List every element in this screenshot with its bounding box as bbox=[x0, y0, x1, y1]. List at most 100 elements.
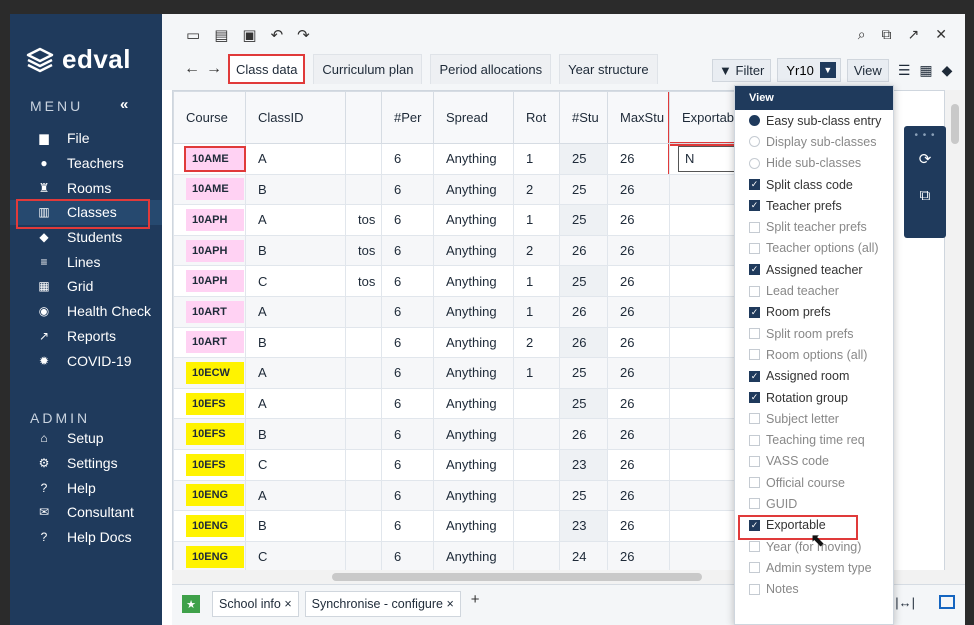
cell-classid[interactable]: C bbox=[245, 265, 346, 297]
vertical-scrollbar[interactable] bbox=[945, 90, 965, 584]
sidebar-item-health-check[interactable]: ◉ Health Check bbox=[10, 299, 162, 324]
cell-classid[interactable]: C bbox=[245, 540, 346, 573]
cell-per[interactable]: 6 bbox=[381, 204, 434, 236]
cell-per[interactable]: 6 bbox=[381, 173, 434, 206]
cell-per[interactable]: 6 bbox=[381, 448, 434, 481]
cell-per[interactable]: 6 bbox=[381, 143, 434, 175]
cell-rot[interactable] bbox=[513, 510, 560, 542]
table-row[interactable]: 10ARTA6Anything12626huB4,FriB bbox=[173, 295, 821, 328]
cell-rot[interactable] bbox=[513, 479, 560, 512]
cell-per[interactable]: 6 bbox=[381, 387, 434, 420]
cell-classid[interactable]: B bbox=[245, 510, 346, 542]
add-tab-icon[interactable]: + bbox=[471, 591, 480, 617]
table-row[interactable]: 10AMEA6Anything12526N5,W bbox=[173, 143, 821, 175]
cell-rot[interactable]: 2 bbox=[513, 234, 560, 267]
table-row[interactable]: 10ECWA6Anything12526uB4,FriB bbox=[173, 357, 821, 389]
view-option-lead-teacher[interactable]: Lead teacher bbox=[735, 280, 893, 301]
cell-stu[interactable]: 24 bbox=[559, 540, 608, 573]
cell-rot[interactable]: 1 bbox=[513, 265, 560, 297]
cell-course[interactable]: 10ENG bbox=[173, 510, 246, 542]
cell-maxstu[interactable]: 26 bbox=[607, 387, 670, 420]
cell-extra[interactable] bbox=[345, 357, 382, 389]
column-header--per[interactable]: #Per bbox=[381, 91, 434, 144]
cell-maxstu[interactable]: 26 bbox=[607, 295, 670, 328]
redo-icon[interactable]: ↷ bbox=[297, 26, 310, 44]
cell-spread[interactable]: Anything bbox=[433, 173, 514, 206]
sidebar-item-grid[interactable]: ▦ Grid bbox=[10, 274, 162, 299]
cell-maxstu[interactable]: 26 bbox=[607, 204, 670, 236]
cell-per[interactable]: 6 bbox=[381, 418, 434, 450]
sidebar-item-rooms[interactable]: ♜ Rooms bbox=[10, 175, 162, 200]
cell-course[interactable]: 10APH bbox=[173, 204, 246, 236]
cell-per[interactable]: 6 bbox=[381, 357, 434, 389]
cell-rot[interactable] bbox=[513, 387, 560, 420]
table-view-icon[interactable]: ▦ bbox=[919, 62, 932, 79]
cell-spread[interactable]: Anything bbox=[433, 479, 514, 512]
close-tab-icon[interactable]: × bbox=[281, 597, 291, 611]
cell-stu[interactable]: 25 bbox=[559, 387, 608, 420]
help-diamond-icon[interactable]: ◆ bbox=[942, 62, 953, 79]
column-header-blank[interactable] bbox=[345, 91, 382, 144]
favourite-star-icon[interactable]: ★ bbox=[182, 595, 200, 613]
table-row[interactable]: 10APHCtos6Anything125263,WedB3, bbox=[173, 265, 821, 297]
cell-spread[interactable]: Anything bbox=[433, 357, 514, 389]
sidebar-item-teachers[interactable]: ● Teachers bbox=[10, 151, 162, 176]
cell-stu[interactable]: 26 bbox=[559, 326, 608, 359]
table-row[interactable]: 10APHAtos6Anything12526Th bbox=[173, 204, 821, 236]
cell-stu[interactable]: 23 bbox=[559, 510, 608, 542]
cell-per[interactable]: 6 bbox=[381, 265, 434, 297]
sidebar-item-setup[interactable]: ⌂ Setup bbox=[10, 426, 162, 451]
column-header-spread[interactable]: Spread bbox=[433, 91, 514, 144]
cell-extra[interactable] bbox=[345, 173, 382, 206]
sidebar-item-settings[interactable]: ⚙ Settings bbox=[10, 451, 162, 476]
table-row[interactable]: 10AME B 6 Anything 2 25 26 bbox=[173, 173, 821, 206]
cell-extra[interactable] bbox=[345, 448, 382, 481]
cell-stu[interactable]: 25 bbox=[559, 479, 608, 512]
view-button[interactable]: View bbox=[846, 58, 889, 82]
cell-course[interactable]: 10APH bbox=[173, 234, 246, 267]
cell-per[interactable]: 6 bbox=[381, 510, 434, 542]
cell-maxstu[interactable]: 26 bbox=[607, 143, 670, 175]
cell-maxstu[interactable]: 26 bbox=[607, 265, 670, 297]
cell-course[interactable]: 10EFS bbox=[173, 448, 246, 481]
vertical-scroll-thumb[interactable] bbox=[951, 104, 959, 144]
cell-spread[interactable]: Anything bbox=[433, 448, 514, 481]
table-row[interactable]: 10ENGC6Anything2426ThuB2,Fr bbox=[173, 540, 821, 573]
table-row[interactable]: 10APHBtos6Anything22626ThuB2,Fr bbox=[173, 234, 821, 267]
cell-extra[interactable]: tos bbox=[345, 204, 382, 236]
view-option-room-prefs[interactable]: ✓ Room prefs bbox=[735, 302, 893, 323]
cell-classid[interactable]: A bbox=[245, 479, 346, 512]
cell-course[interactable]: 10EFS bbox=[173, 387, 246, 420]
drag-handle-icon[interactable]: • • • bbox=[904, 126, 946, 141]
table-row[interactable]: 10ARTB6Anything226263,WedB3, bbox=[173, 326, 821, 359]
list-view-icon[interactable]: ☰ bbox=[898, 62, 911, 79]
sidebar-item-file[interactable]: ▆ File bbox=[10, 126, 162, 151]
horizontal-scroll-thumb[interactable] bbox=[332, 573, 702, 581]
cell-classid[interactable]: B bbox=[245, 173, 346, 206]
year-select[interactable]: Yr10 ▼ bbox=[777, 58, 841, 82]
sidebar-item-consultant[interactable]: ✉ Consultant bbox=[10, 500, 162, 525]
cell-spread[interactable]: Anything bbox=[433, 295, 514, 328]
cell-maxstu[interactable]: 26 bbox=[607, 540, 670, 573]
cell-spread[interactable]: Anything bbox=[433, 540, 514, 573]
cell-extra[interactable]: tos bbox=[345, 265, 382, 297]
view-option-subject-letter[interactable]: Subject letter bbox=[735, 408, 893, 429]
sidebar-item-reports[interactable]: ↗ Reports bbox=[10, 324, 162, 349]
cell-per[interactable]: 6 bbox=[381, 295, 434, 328]
column-header-classid[interactable]: ClassID bbox=[245, 91, 346, 144]
cell-maxstu[interactable]: 26 bbox=[607, 173, 670, 206]
cell-maxstu[interactable]: 26 bbox=[607, 357, 670, 389]
tab-class-data[interactable]: Class data bbox=[228, 54, 306, 84]
sidebar-item-classes[interactable]: ▥ Classes bbox=[10, 199, 162, 229]
cell-extra[interactable]: tos bbox=[345, 234, 382, 267]
refresh-settings-icon[interactable]: ⟳ bbox=[904, 141, 946, 177]
page-tab-school-info[interactable]: School info × bbox=[212, 591, 299, 617]
view-option-vass-code[interactable]: VASS code bbox=[735, 451, 893, 472]
cell-stu[interactable]: 25 bbox=[559, 173, 608, 206]
cell-classid[interactable]: A bbox=[245, 357, 346, 389]
cell-stu[interactable]: 25 bbox=[559, 204, 608, 236]
view-option-guid[interactable]: GUID bbox=[735, 493, 893, 514]
table-row[interactable]: 10ENGA6Anything2526,WedB1, bbox=[173, 479, 821, 512]
fit-width-icon[interactable]: |↔| bbox=[895, 595, 915, 610]
cell-stu[interactable]: 26 bbox=[559, 418, 608, 450]
